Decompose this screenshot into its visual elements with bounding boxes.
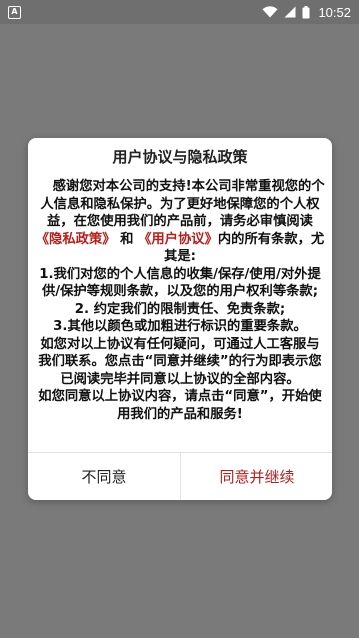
status-right: 10:52	[262, 5, 351, 20]
terms-item-3: 3.其他以颜色或加粗进行标识的重要条款。	[53, 319, 307, 334]
terms-item-1: 1.我们对您的个人信息的收集/保存/使用/对外提供/保护等规则条款，以及您的用户…	[39, 266, 321, 300]
battery-icon	[302, 5, 310, 19]
dialog-body: 感谢您对本公司的支持!本公司非常重视您的个人信息和隐私保护。为了更好地保障您的个…	[35, 178, 325, 423]
status-bar: A 10:52	[0, 0, 359, 24]
notification-icon: A	[8, 5, 21, 19]
and-text: 和	[120, 231, 134, 247]
status-left: A	[8, 5, 21, 19]
signal-icon	[284, 6, 296, 18]
agree-continue-button[interactable]: 同意并继续	[181, 453, 332, 500]
intro-text: 感谢您对本公司的支持!本公司非常重视您的个人信息和隐私保护。为了更好地保障您的个…	[40, 179, 325, 229]
privacy-agreement-dialog: 用户协议与隐私政策 感谢您对本公司的支持!本公司非常重视您的个人信息和隐私保护。…	[28, 138, 332, 500]
wifi-icon	[262, 6, 278, 18]
privacy-policy-link[interactable]: 《隐私政策》	[36, 232, 116, 247]
status-time: 10:52	[318, 4, 351, 20]
confirm-paragraph: 如您同意以上协议内容，请点击“同意”，开始使用我们的产品和服务!	[38, 389, 322, 422]
intro-paragraph: 感谢您对本公司的支持!本公司非常重视您的个人信息和隐私保护。为了更好地保障您的个…	[35, 178, 325, 266]
contact-paragraph: 如您对以上协议有任何疑问，可通过人工客服与我们联系。您点击“同意并继续”的行为即…	[38, 336, 322, 387]
terms-item-2: 2. 约定我们的限制责任、免责条款;	[74, 301, 286, 317]
user-agreement-link[interactable]: 《用户协议》	[138, 232, 218, 247]
dialog-title: 用户协议与隐私政策	[112, 148, 248, 166]
disagree-button[interactable]: 不同意	[28, 453, 180, 500]
